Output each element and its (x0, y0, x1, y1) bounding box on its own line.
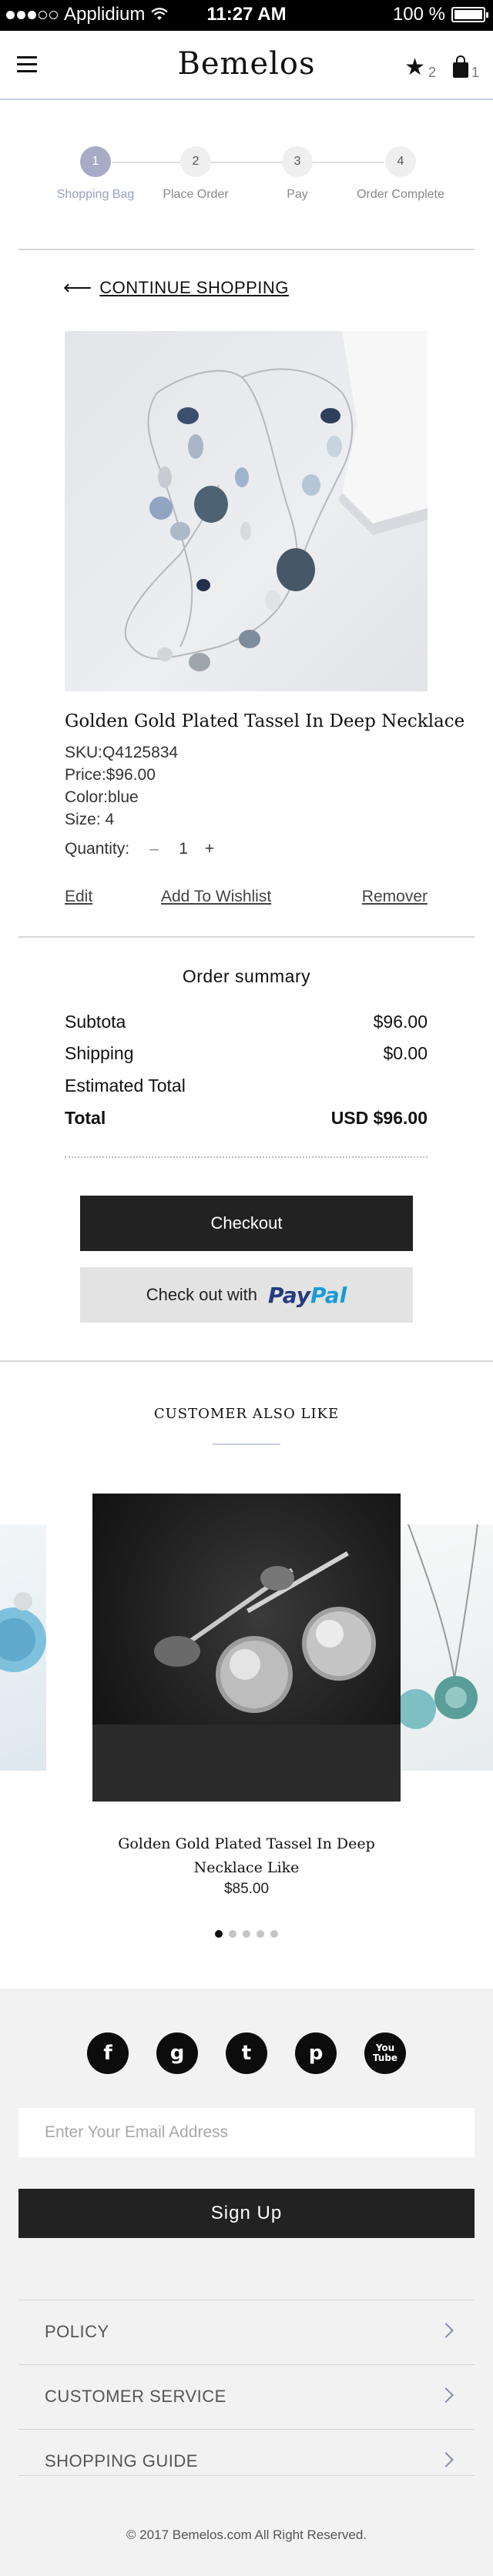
recommendation-carousel[interactable] (0, 1494, 493, 1802)
footer-link-policy[interactable]: POLICY (18, 2300, 475, 2364)
battery-percent: 100 % (392, 4, 445, 25)
carousel-dot[interactable] (257, 1930, 264, 1938)
quantity-stepper: Quantity: – 1 + (65, 840, 217, 858)
divider (0, 1360, 493, 1362)
carousel-dot[interactable] (229, 1930, 236, 1938)
arrow-left-icon: ⟵ (63, 276, 92, 299)
pinterest-icon[interactable]: p (295, 2032, 337, 2074)
product-size: Size: 4 (65, 811, 115, 828)
carousel-pagination (0, 1930, 493, 1938)
quantity-label: Quantity: (65, 840, 130, 858)
shipping-value: $0.00 (383, 1043, 428, 1063)
twitter-icon[interactable]: t (226, 2032, 267, 2074)
youtube-icon[interactable]: You Tube (364, 2032, 406, 2074)
copyright-text: © 2017 Bemelos.com All Right Reserved. (126, 2527, 367, 2542)
shipping-label: Shipping (65, 1043, 134, 1063)
product-price: Price:$96.00 (65, 766, 156, 784)
carousel-next-item[interactable] (401, 1524, 493, 1771)
chevron-right-icon (438, 2452, 454, 2467)
paypal-logo: PayPal (268, 1282, 347, 1308)
carousel-dot[interactable] (215, 1930, 223, 1938)
status-bar: Applidium 11:27 AM 100 % (0, 0, 493, 31)
checkout-button[interactable]: Checkout (80, 1196, 413, 1251)
product-image (65, 331, 428, 691)
quantity-value: 1 (179, 840, 188, 858)
paypal-checkout-button[interactable]: Check out with PayPal (80, 1267, 413, 1323)
subtotal-value: $96.00 (373, 1012, 428, 1032)
recommended-item-name[interactable]: Golden Gold Plated Tassel In Deep Neckla… (92, 1832, 401, 1880)
recommended-item-price: $85.00 (223, 1881, 270, 1897)
product-name[interactable]: Golden Gold Plated Tassel In Deep Neckla… (65, 711, 464, 731)
continue-shopping-link[interactable]: ⟵ CONTINUE SHOPPING (63, 276, 289, 299)
chevron-right-icon (438, 2387, 454, 2403)
edit-link[interactable]: Edit (65, 888, 92, 906)
dotted-divider (65, 1156, 428, 1158)
battery-icon (451, 7, 488, 22)
product-color: Color:blue (65, 788, 139, 806)
email-input[interactable] (18, 2108, 475, 2157)
necklace-illustration (124, 331, 428, 671)
carousel-current-item-image[interactable] (92, 1494, 401, 1802)
step-order-complete: 4 Order Complete (331, 146, 470, 202)
estimated-total-label: Estimated Total (65, 1076, 186, 1096)
paypal-prefix: Check out with (146, 1285, 258, 1304)
subtotal-label: Subtota (65, 1012, 126, 1032)
facebook-icon[interactable]: f (87, 2032, 129, 2074)
cart-item-actions: Edit Add To Wishlist Remover (65, 888, 428, 909)
title-underline (213, 1444, 280, 1445)
sign-up-button[interactable]: Sign Up (18, 2189, 475, 2238)
total-row: Total USD $96.00 (65, 1108, 428, 1131)
quantity-increase-button[interactable]: + (202, 840, 217, 858)
subtotal-row: Subtota $96.00 (65, 1012, 428, 1035)
quantity-decrease-button[interactable]: – (146, 840, 162, 858)
divider (18, 249, 475, 250)
total-value: USD $96.00 (330, 1108, 428, 1128)
shipping-row: Shipping $0.00 (65, 1043, 428, 1066)
total-label: Total (65, 1108, 106, 1128)
bag-count: 1 (471, 65, 479, 80)
status-bar-right: 100 % (392, 4, 488, 25)
google-icon[interactable]: g (156, 2032, 198, 2074)
carousel-dot[interactable] (243, 1930, 250, 1938)
shopping-bag-icon (452, 55, 468, 78)
star-icon: ★ (404, 55, 425, 80)
footer-link-customer-service[interactable]: CUSTOMER SERVICE (18, 2364, 475, 2429)
product-sku: SKU:Q4125834 (65, 744, 179, 761)
wishlist-count: 2 (428, 65, 436, 80)
social-links: f g t p You Tube (0, 2032, 493, 2074)
divider (18, 2475, 475, 2476)
also-like-title: CUSTOMER ALSO LIKE (153, 1406, 340, 1422)
shopping-bag-button[interactable]: 1 (452, 55, 479, 81)
remove-link[interactable]: Remover (362, 888, 428, 906)
carousel-dot[interactable] (270, 1930, 278, 1938)
checkout-steps: 1 Shopping Bag 2 Place Order 3 Pay 4 Ord… (0, 146, 493, 208)
add-to-wishlist-link[interactable]: Add To Wishlist (161, 888, 271, 906)
app-header: Bemelos ★ 2 1 (0, 31, 493, 100)
footer-link-shopping-guide[interactable]: SHOPPING GUIDE (18, 2429, 475, 2494)
estimated-total-row: Estimated Total (65, 1076, 428, 1099)
carousel-prev-item[interactable] (0, 1524, 46, 1771)
chevron-right-icon (438, 2323, 454, 2338)
wishlist-button[interactable]: ★ 2 (404, 54, 436, 81)
footer: f g t p You Tube Sign Up POLICY CUSTOMER… (0, 1989, 493, 2576)
divider (18, 936, 475, 938)
order-summary-title: Order summary (182, 966, 311, 986)
